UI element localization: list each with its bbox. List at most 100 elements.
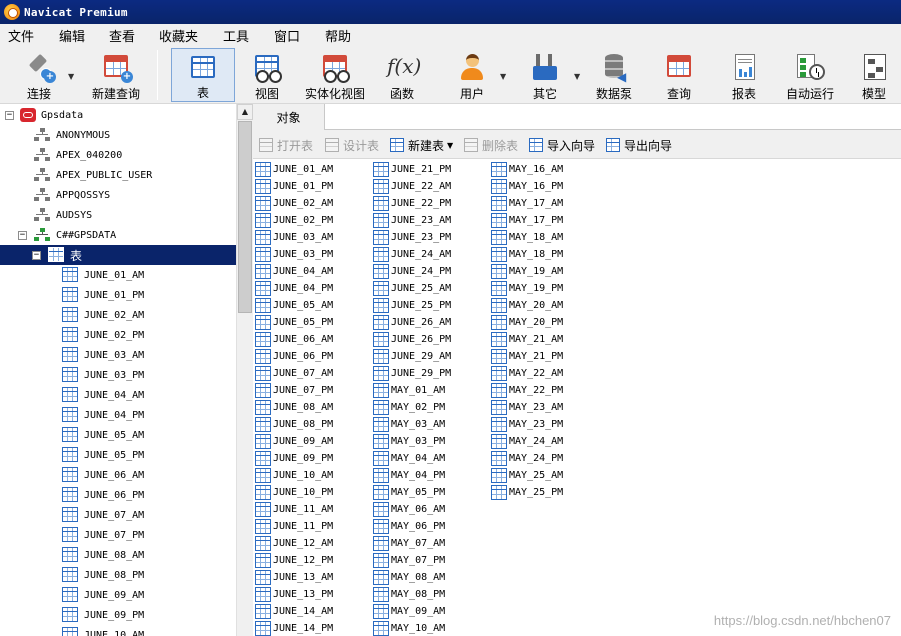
object-table-item[interactable]: MAY_04_PM xyxy=(373,467,445,484)
object-table-item[interactable]: JUNE_26_AM xyxy=(373,314,451,331)
object-table-item[interactable]: MAY_02_PM xyxy=(373,399,445,416)
tree-table-item[interactable]: JUNE_09_PM xyxy=(0,605,236,625)
object-table-item[interactable]: MAY_22_AM xyxy=(491,365,563,382)
tree-table-item[interactable]: JUNE_06_AM xyxy=(0,465,236,485)
tree-table-item[interactable]: JUNE_01_AM xyxy=(0,265,236,285)
tree-table-item[interactable]: JUNE_07_AM xyxy=(0,505,236,525)
toolbar-other-button[interactable]: 其它 xyxy=(522,48,568,102)
toolbar-user-button[interactable]: 用户 xyxy=(450,48,494,102)
tree-schema-item[interactable]: − C##GPSDATA xyxy=(0,225,236,245)
object-table-item[interactable]: MAY_03_PM xyxy=(373,433,445,450)
object-table-item[interactable]: JUNE_24_AM xyxy=(373,246,451,263)
object-table-item[interactable]: JUNE_06_AM xyxy=(255,331,333,348)
scroll-up-icon[interactable]: ▲ xyxy=(237,104,253,120)
object-table-item[interactable]: MAY_25_PM xyxy=(491,484,563,501)
tree-schema-item[interactable]: APEX_PUBLIC_USER xyxy=(0,165,236,185)
object-table-item[interactable]: MAY_16_PM xyxy=(491,178,563,195)
object-table-item[interactable]: JUNE_23_AM xyxy=(373,212,451,229)
tree-table-item[interactable]: JUNE_02_AM xyxy=(0,305,236,325)
object-table-item[interactable]: JUNE_11_AM xyxy=(255,501,333,518)
object-table-item[interactable]: MAY_19_PM xyxy=(491,280,563,297)
tree-table-item[interactable]: JUNE_02_PM xyxy=(0,325,236,345)
tree-schema-item[interactable]: APEX_040200 xyxy=(0,145,236,165)
user-dropdown-caret[interactable]: ▼ xyxy=(500,72,506,81)
object-table-item[interactable]: JUNE_02_PM xyxy=(255,212,333,229)
new-table-button[interactable]: 新建表 ▼ xyxy=(390,136,453,154)
new-table-dropdown-caret[interactable]: ▼ xyxy=(447,141,453,150)
object-table-item[interactable]: MAY_16_AM xyxy=(491,161,563,178)
object-table-item[interactable]: JUNE_22_PM xyxy=(373,195,451,212)
object-table-item[interactable]: MAY_21_PM xyxy=(491,348,563,365)
other-dropdown-caret[interactable]: ▼ xyxy=(574,72,580,81)
object-table-item[interactable]: MAY_09_AM xyxy=(373,603,445,620)
object-table-item[interactable]: JUNE_25_AM xyxy=(373,280,451,297)
object-table-item[interactable]: MAY_18_PM xyxy=(491,246,563,263)
object-table-item[interactable]: MAY_18_AM xyxy=(491,229,563,246)
object-table-item[interactable]: MAY_17_PM xyxy=(491,212,563,229)
object-table-item[interactable]: JUNE_22_AM xyxy=(373,178,451,195)
object-table-item[interactable]: JUNE_24_PM xyxy=(373,263,451,280)
design-table-button[interactable]: 设计表 xyxy=(325,136,379,154)
tree-node-tables[interactable]: − 表 xyxy=(0,245,236,265)
import-wizard-button[interactable]: 导入向导 xyxy=(529,136,595,154)
object-table-item[interactable]: MAY_20_AM xyxy=(491,297,563,314)
tree-table-item[interactable]: JUNE_08_AM xyxy=(0,545,236,565)
collapse-icon[interactable]: − xyxy=(32,251,41,260)
tree-schema-item[interactable]: ANONYMOUS xyxy=(0,125,236,145)
tab-objects[interactable]: 对象 xyxy=(253,104,325,130)
object-table-item[interactable]: JUNE_07_AM xyxy=(255,365,333,382)
menu-window[interactable]: 窗口 xyxy=(274,26,300,45)
object-table-item[interactable]: MAY_07_PM xyxy=(373,552,445,569)
object-table-item[interactable]: JUNE_01_AM xyxy=(255,161,333,178)
tree-connection-gpsdata[interactable]: − Gpsdata xyxy=(0,105,236,125)
object-table-item[interactable]: JUNE_08_PM xyxy=(255,416,333,433)
tree-scrollbar[interactable]: ▲ xyxy=(236,104,253,636)
object-table-item[interactable]: JUNE_25_PM xyxy=(373,297,451,314)
object-table-item[interactable]: MAY_20_PM xyxy=(491,314,563,331)
object-table-item[interactable]: MAY_24_AM xyxy=(491,433,563,450)
object-table-item[interactable]: MAY_06_AM xyxy=(373,501,445,518)
toolbar-connection-button[interactable]: + 连接 xyxy=(14,48,64,102)
object-table-item[interactable]: MAY_24_PM xyxy=(491,450,563,467)
tree-table-item[interactable]: JUNE_04_AM xyxy=(0,385,236,405)
object-table-item[interactable]: JUNE_21_PM xyxy=(373,161,451,178)
object-table-item[interactable]: JUNE_01_PM xyxy=(255,178,333,195)
object-table-item[interactable]: JUNE_08_AM xyxy=(255,399,333,416)
menu-file[interactable]: 文件 xyxy=(8,26,34,45)
menu-view[interactable]: 查看 xyxy=(109,26,135,45)
open-table-button[interactable]: 打开表 xyxy=(259,136,313,154)
tree-table-item[interactable]: JUNE_08_PM xyxy=(0,565,236,585)
object-table-item[interactable]: MAY_23_PM xyxy=(491,416,563,433)
delete-table-button[interactable]: 删除表 xyxy=(464,136,518,154)
object-table-item[interactable]: JUNE_12_AM xyxy=(255,535,333,552)
object-table-item[interactable]: JUNE_10_PM xyxy=(255,484,333,501)
menu-help[interactable]: 帮助 xyxy=(325,26,351,45)
tree-table-item[interactable]: JUNE_01_PM xyxy=(0,285,236,305)
object-table-item[interactable]: MAY_23_AM xyxy=(491,399,563,416)
object-table-item[interactable]: MAY_22_PM xyxy=(491,382,563,399)
tree-table-item[interactable]: JUNE_10_AM xyxy=(0,625,236,636)
object-table-item[interactable]: MAY_08_PM xyxy=(373,586,445,603)
collapse-icon[interactable]: − xyxy=(18,231,27,240)
tree-table-item[interactable]: JUNE_05_AM xyxy=(0,425,236,445)
toolbar-new-query-button[interactable]: + 新建查询 xyxy=(80,48,152,102)
toolbar-model-button[interactable]: 模型 xyxy=(852,48,896,102)
collapse-icon[interactable]: − xyxy=(5,111,14,120)
tree-table-item[interactable]: JUNE_03_AM xyxy=(0,345,236,365)
tree-schema-item[interactable]: APPQOSSYS xyxy=(0,185,236,205)
toolbar-automation-button[interactable]: 自动运行 xyxy=(782,48,838,102)
scrollbar-thumb[interactable] xyxy=(238,121,252,313)
toolbar-table-button[interactable]: 表 xyxy=(171,48,235,102)
toolbar-report-button[interactable]: 报表 xyxy=(722,48,766,102)
toolbar-data-pump-button[interactable]: ◀ 数据泵 xyxy=(591,48,637,102)
object-table-item[interactable]: JUNE_10_AM xyxy=(255,467,333,484)
object-table-item[interactable]: MAY_01_AM xyxy=(373,382,445,399)
object-table-item[interactable]: MAY_25_AM xyxy=(491,467,563,484)
object-table-item[interactable]: JUNE_09_PM xyxy=(255,450,333,467)
object-table-item[interactable]: JUNE_07_PM xyxy=(255,382,333,399)
object-table-item[interactable]: MAY_19_AM xyxy=(491,263,563,280)
object-table-item[interactable]: JUNE_04_AM xyxy=(255,263,333,280)
object-table-item[interactable]: MAY_21_AM xyxy=(491,331,563,348)
tree-schema-item[interactable]: AUDSYS xyxy=(0,205,236,225)
menu-edit[interactable]: 编辑 xyxy=(59,26,85,45)
